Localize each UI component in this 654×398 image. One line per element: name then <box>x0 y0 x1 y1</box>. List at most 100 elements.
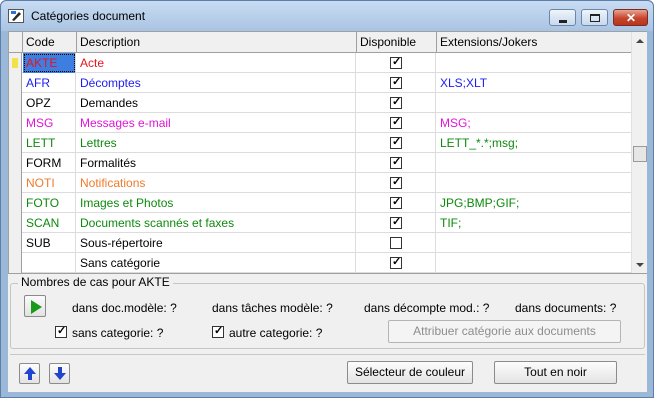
cell-description[interactable]: Sous-répertoire <box>77 233 356 253</box>
cell-disponible[interactable]: ✓ <box>357 93 436 113</box>
assign-category-button[interactable]: Attribuer catégorie aux documents <box>388 320 621 343</box>
row-indicator[interactable] <box>9 113 22 133</box>
table-row[interactable]: SUB Sous-répertoire <box>9 233 631 253</box>
cell-extensions[interactable] <box>437 53 631 73</box>
cell-extensions[interactable] <box>437 233 631 253</box>
cell-code[interactable]: AKTE <box>23 53 76 73</box>
row-indicator[interactable] <box>9 193 22 213</box>
cell-code[interactable]: SCAN <box>23 213 76 233</box>
table-row[interactable]: AKTE Acte ✓ <box>9 53 631 73</box>
cell-description[interactable]: Lettres <box>77 133 356 153</box>
disponible-checkbox[interactable]: ✓ <box>390 96 402 109</box>
cell-extensions[interactable] <box>437 93 631 113</box>
category-grid[interactable]: Code Description Disponible Extensions/J… <box>8 31 647 274</box>
cell-description[interactable]: Formalités <box>77 153 356 173</box>
disponible-checkbox[interactable]: ✓ <box>390 156 402 169</box>
cell-extensions[interactable]: TIF; <box>437 213 631 233</box>
cell-code[interactable]: FOTO <box>23 193 76 213</box>
table-row[interactable]: OPZ Demandes ✓ <box>9 93 631 113</box>
cell-description[interactable]: Décomptes <box>77 73 356 93</box>
row-indicator[interactable] <box>9 53 22 73</box>
cell-disponible[interactable]: ✓ <box>357 213 436 233</box>
cell-extensions[interactable]: LETT_*.*;msg; <box>437 133 631 153</box>
cell-extensions[interactable] <box>437 173 631 193</box>
cell-extensions[interactable] <box>437 253 631 273</box>
cell-description[interactable]: Documents scannés et faxes <box>77 213 356 233</box>
disponible-checkbox[interactable]: ✓ <box>390 136 402 149</box>
disponible-checkbox[interactable] <box>390 237 402 249</box>
table-row[interactable]: LETT Lettres ✓ LETT_*.*;msg; <box>9 133 631 153</box>
sans-categorie-checkbox[interactable]: ✓ <box>55 325 67 338</box>
row-indicator[interactable] <box>9 73 22 93</box>
cell-description[interactable]: Notifications <box>77 173 356 193</box>
scroll-up-button[interactable] <box>632 33 648 49</box>
scroll-down-button[interactable] <box>632 257 648 273</box>
title-bar[interactable]: Catégories document ✕ <box>1 1 653 31</box>
minimize-button[interactable] <box>549 9 576 26</box>
cell-description[interactable]: Messages e-mail <box>77 113 356 133</box>
cell-disponible[interactable]: ✓ <box>357 113 436 133</box>
table-row[interactable]: AFR Décomptes ✓ XLS;XLT <box>9 73 631 93</box>
color-selector-button[interactable]: Sélecteur de couleur <box>347 361 473 384</box>
cell-code[interactable]: OPZ <box>23 93 76 113</box>
table-row[interactable]: FOTO Images et Photos ✓ JPG;BMP;GIF; <box>9 193 631 213</box>
cell-extensions[interactable]: MSG; <box>437 113 631 133</box>
row-indicator[interactable] <box>9 173 22 193</box>
row-indicator[interactable] <box>9 93 22 113</box>
cell-description[interactable]: Images et Photos <box>77 193 356 213</box>
cell-code[interactable]: FORM <box>23 153 76 173</box>
checkbox-mark: ✓ <box>392 76 402 88</box>
table-row[interactable]: FORM Formalités ✓ <box>9 153 631 173</box>
maximize-button[interactable] <box>581 9 608 26</box>
row-indicator[interactable] <box>9 153 22 173</box>
current-row-marker-icon <box>12 58 18 68</box>
disponible-checkbox[interactable]: ✓ <box>390 176 402 189</box>
column-header-code[interactable]: Code <box>23 32 77 53</box>
cell-disponible[interactable] <box>357 233 436 253</box>
cell-extensions[interactable]: JPG;BMP;GIF; <box>437 193 631 213</box>
disponible-checkbox[interactable]: ✓ <box>390 56 402 69</box>
cell-disponible[interactable]: ✓ <box>357 193 436 213</box>
cell-code[interactable]: LETT <box>23 133 76 153</box>
table-row[interactable]: MSG Messages e-mail ✓ MSG; <box>9 113 631 133</box>
grid-vertical-scrollbar[interactable] <box>631 32 647 273</box>
row-indicator[interactable] <box>9 233 22 253</box>
column-header-extensions[interactable]: Extensions/Jokers <box>437 32 631 53</box>
cell-code[interactable]: AFR <box>23 73 76 93</box>
run-count-button[interactable] <box>24 295 46 317</box>
column-header-disponible[interactable]: Disponible <box>357 32 437 53</box>
move-down-button[interactable] <box>49 363 70 384</box>
close-button[interactable]: ✕ <box>613 9 648 26</box>
scroll-thumb[interactable] <box>633 146 647 162</box>
cell-disponible[interactable]: ✓ <box>357 73 436 93</box>
cell-code[interactable] <box>23 253 76 273</box>
cell-code[interactable]: MSG <box>23 113 76 133</box>
cell-code[interactable]: SUB <box>23 233 76 253</box>
row-indicator[interactable] <box>9 253 22 273</box>
cell-description[interactable]: Sans catégorie <box>77 253 356 273</box>
disponible-checkbox[interactable]: ✓ <box>390 216 402 229</box>
row-indicator[interactable] <box>9 133 22 153</box>
table-row[interactable]: SCAN Documents scannés et faxes ✓ TIF; <box>9 213 631 233</box>
disponible-checkbox[interactable]: ✓ <box>390 116 402 129</box>
table-row[interactable]: NOTI Notifications ✓ <box>9 173 631 193</box>
autre-categorie-checkbox[interactable]: ✓ <box>212 325 224 338</box>
cell-disponible[interactable]: ✓ <box>357 153 436 173</box>
move-up-button[interactable] <box>19 363 40 384</box>
disponible-checkbox[interactable]: ✓ <box>390 256 402 269</box>
column-header-description[interactable]: Description <box>77 32 357 53</box>
cell-code[interactable]: NOTI <box>23 173 76 193</box>
cell-disponible[interactable]: ✓ <box>357 133 436 153</box>
cell-description[interactable]: Acte <box>77 53 356 73</box>
cell-description[interactable]: Demandes <box>77 93 356 113</box>
all-black-button[interactable]: Tout en noir <box>494 361 617 384</box>
disponible-checkbox[interactable]: ✓ <box>390 76 402 89</box>
disponible-checkbox[interactable]: ✓ <box>390 196 402 209</box>
row-indicator[interactable] <box>9 213 22 233</box>
cell-extensions[interactable]: XLS;XLT <box>437 73 631 93</box>
cell-extensions[interactable] <box>437 153 631 173</box>
cell-disponible[interactable]: ✓ <box>357 53 436 73</box>
cell-disponible[interactable]: ✓ <box>357 173 436 193</box>
cell-disponible[interactable]: ✓ <box>357 253 436 273</box>
table-row[interactable]: Sans catégorie ✓ <box>9 253 631 273</box>
